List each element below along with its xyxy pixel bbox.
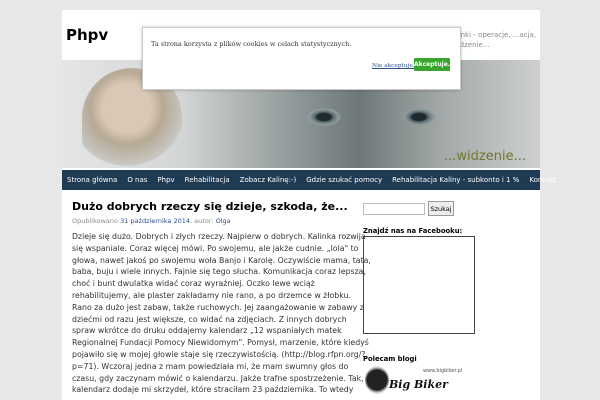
site-title[interactable]: Phpv xyxy=(66,26,108,44)
nav-item-see-kalina[interactable]: Zobacz Kalinę:-) xyxy=(235,176,302,184)
facebook-widget[interactable] xyxy=(363,236,475,334)
facebook-heading: Znajdź nas na Facebooku: xyxy=(363,227,463,235)
nav-item-subaccount[interactable]: Rehabilitacja Kaliny - subkonto i 1 % xyxy=(387,176,524,184)
nav-item-rehabilitation[interactable]: Rehabilitacja xyxy=(180,176,235,184)
blog-logo-url: www.bigbiker.pl xyxy=(423,368,463,374)
nav-item-contact[interactable]: Kontakt xyxy=(524,176,561,184)
post-meta: Opublikowano 31 października 2014, autor… xyxy=(72,217,231,225)
big-biker-blog-logo[interactable]: Big Biker www.bigbiker.pl xyxy=(363,366,463,396)
search-input[interactable] xyxy=(363,203,425,215)
post-title[interactable]: Dużo dobrych rzeczy się dzieje, szkoda, … xyxy=(72,200,348,213)
nav-item-where-help[interactable]: Gdzie szukać pomocy xyxy=(301,176,387,184)
cookie-consent-dialog: Ta strona korzysta z plików cookies w ce… xyxy=(142,27,461,90)
nav-item-about[interactable]: O nas xyxy=(122,176,152,184)
post-content: Dzieje się dużo. Dobrych i złych rzeczy.… xyxy=(72,232,371,395)
post-date-link[interactable]: 31 października 2014 xyxy=(120,217,190,225)
search-button[interactable]: Szukaj xyxy=(428,201,454,216)
nav-item-phpv[interactable]: Phpv xyxy=(152,176,179,184)
banner-eye-left xyxy=(307,108,341,126)
banner-eye-right xyxy=(402,108,436,126)
banner-caption: ...widzenie... xyxy=(444,149,526,164)
post-author-link[interactable]: Olga xyxy=(216,217,231,225)
biker-icon xyxy=(365,366,389,394)
nav-item-home[interactable]: Strona główna xyxy=(62,176,122,184)
cookie-decline-link[interactable]: Nie akceptuje. xyxy=(372,63,415,69)
recommended-blogs-heading: Polecam blogi xyxy=(363,355,417,363)
meta-author-prefix: , autor: xyxy=(190,217,214,225)
cookie-accept-button[interactable]: Akceptuje. xyxy=(414,58,450,71)
cookie-message: Ta strona korzysta z plików cookies w ce… xyxy=(151,40,352,48)
blog-logo-name: Big Biker xyxy=(389,378,448,391)
site-tagline: ...inki - operacje, ...acja, widzenie... xyxy=(452,31,537,49)
meta-prefix: Opublikowano xyxy=(72,217,119,225)
main-navigation: Strona główna O nas Phpv Rehabilitacja Z… xyxy=(62,170,556,190)
